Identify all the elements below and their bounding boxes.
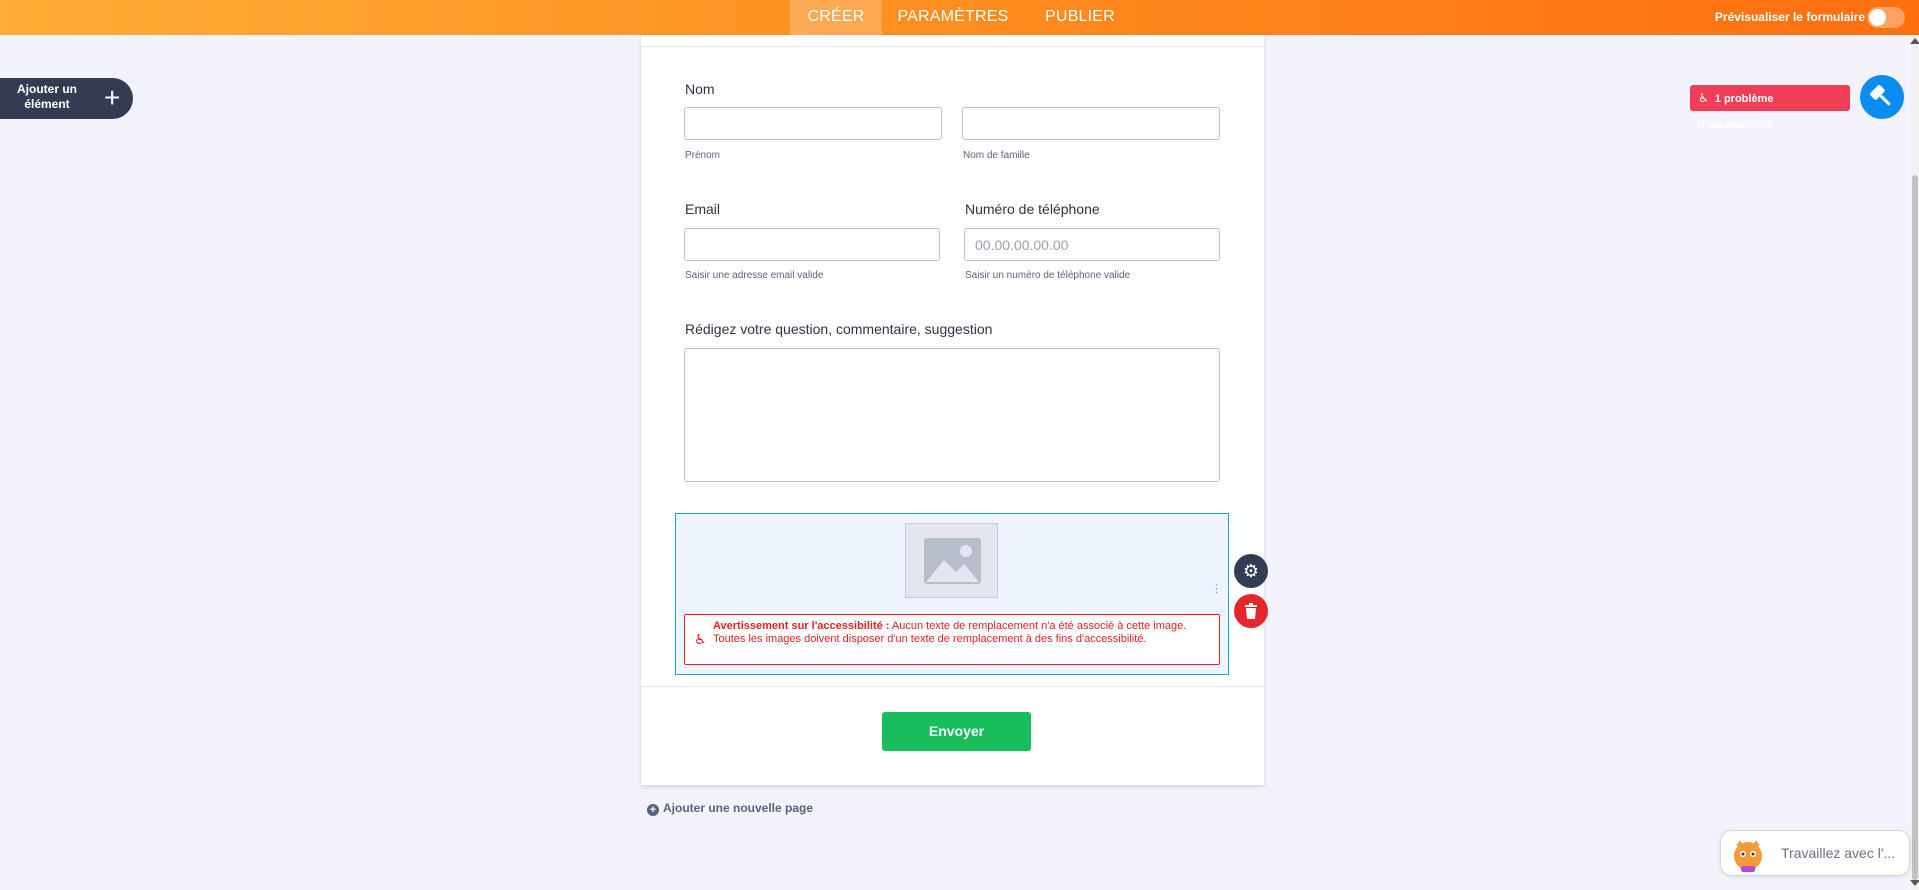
element-settings-button[interactable]: ⚙ bbox=[1234, 554, 1268, 588]
scroll-up-arrow-icon[interactable] bbox=[1910, 38, 1919, 44]
submit-button[interactable]: Envoyer bbox=[882, 712, 1031, 751]
assistant-avatar-icon bbox=[1734, 840, 1762, 872]
drag-handle-icon[interactable]: ⋮⋮ bbox=[1211, 584, 1235, 595]
phone-sublabel: Saisir un numéro de téléphone valide bbox=[965, 270, 1131, 281]
first-name-input[interactable] bbox=[684, 107, 942, 140]
toggle-knob bbox=[1869, 9, 1886, 26]
add-element-label: Ajouter un élément bbox=[17, 82, 77, 111]
form-designer-button[interactable] bbox=[1860, 75, 1904, 119]
last-name-sublabel: Nom de famille bbox=[963, 150, 1030, 161]
gear-icon: ⚙ bbox=[1242, 561, 1260, 581]
paint-roller-icon bbox=[1870, 85, 1891, 106]
tab-creer[interactable]: CRÉER bbox=[790, 0, 882, 35]
accessibility-issues-badge[interactable]: ♿ 1 problème d'accessibilité bbox=[1690, 85, 1850, 131]
trash-icon bbox=[1245, 603, 1257, 619]
email-label: Email bbox=[685, 201, 721, 217]
email-sublabel: Saisir une adresse email valide bbox=[685, 270, 824, 281]
ai-chat-widget[interactable]: Travaillez avec l'... bbox=[1720, 830, 1910, 876]
add-element-button[interactable]: Ajouter un élément + bbox=[0, 78, 133, 119]
chat-text: Travaillez avec l'... bbox=[1781, 845, 1896, 861]
add-new-page-link[interactable]: + Ajouter une nouvelle page bbox=[647, 801, 813, 816]
tab-parametres[interactable]: PARAMÈTRES bbox=[893, 0, 1013, 35]
scroll-down-arrow-icon[interactable] bbox=[1910, 880, 1919, 886]
plus-icon: + bbox=[104, 82, 121, 113]
divider bbox=[641, 46, 1264, 47]
image-icon bbox=[924, 538, 981, 584]
last-name-input[interactable] bbox=[962, 107, 1220, 140]
phone-input[interactable]: 00.00.00.00.00 bbox=[964, 228, 1220, 261]
comment-textarea[interactable] bbox=[684, 348, 1220, 482]
add-page-label: Ajouter une nouvelle page bbox=[663, 801, 814, 815]
preview-toggle[interactable] bbox=[1867, 7, 1905, 28]
name-label: Nom bbox=[685, 81, 715, 97]
scrollbar-thumb[interactable] bbox=[1912, 175, 1918, 880]
email-input[interactable] bbox=[684, 228, 940, 261]
preview-label: Prévisualiser le formulaire bbox=[1714, 10, 1865, 24]
tab-publier[interactable]: PUBLIER bbox=[1036, 0, 1124, 35]
phone-label: Numéro de téléphone bbox=[965, 201, 1100, 217]
image-placeholder[interactable] bbox=[905, 523, 998, 598]
divider bbox=[641, 686, 1264, 687]
warning-title: Avertissement sur l'accessibilité : bbox=[713, 620, 890, 632]
delete-element-button[interactable] bbox=[1234, 594, 1268, 628]
comment-label: Rédigez votre question, commentaire, sug… bbox=[685, 321, 993, 337]
add-circle-icon: + bbox=[647, 804, 659, 816]
top-bar: CRÉER PARAMÈTRES PUBLIER Prévisualiser l… bbox=[0, 0, 1919, 35]
accessibility-icon: ♿ bbox=[1698, 91, 1709, 105]
accessibility-warning: ♿ Avertissement sur l'accessibilité : Au… bbox=[684, 614, 1220, 665]
first-name-sublabel: Prénom bbox=[685, 150, 721, 161]
accessibility-badge-label: 1 problème d'accessibilité bbox=[1698, 93, 1774, 131]
accessibility-icon: ♿ bbox=[694, 631, 707, 647]
